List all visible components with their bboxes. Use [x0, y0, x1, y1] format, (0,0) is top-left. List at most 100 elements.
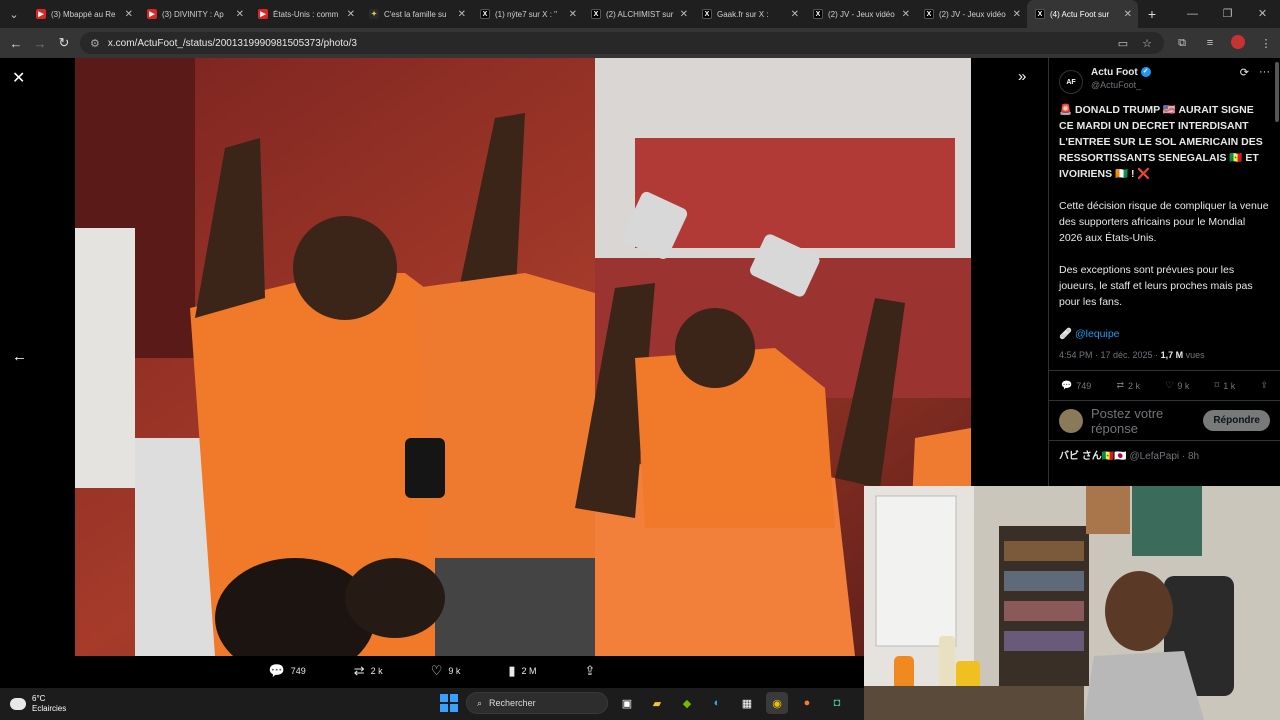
weather-icon	[7, 695, 26, 710]
share-icon: ⇪	[584, 663, 596, 678]
close-tab-icon[interactable]: ✕	[347, 9, 355, 20]
browser-tab[interactable]: ▶ États-Unis : comm ✕	[250, 0, 361, 28]
repost-stat[interactable]: ⇄ 2 k	[1116, 380, 1140, 391]
reply-stat-count: 749	[1076, 380, 1092, 391]
close-tab-icon[interactable]: ✕	[791, 9, 799, 20]
cast-icon[interactable]: ▭	[1118, 37, 1128, 50]
new-tab-button[interactable]: +	[1138, 6, 1166, 22]
repost-stat-count: 2 k	[1128, 380, 1141, 391]
verified-badge-icon: ✓	[1140, 67, 1151, 78]
store-icon[interactable]: ▦	[736, 692, 758, 714]
close-tab-icon[interactable]: ✕	[1013, 9, 1021, 20]
bookmark-stat[interactable]: ⌑ 1 k	[1215, 380, 1236, 391]
windows-start-icon[interactable]	[440, 694, 458, 712]
reply-action[interactable]: 💬 749	[269, 663, 306, 679]
close-tab-icon[interactable]: ✕	[236, 9, 244, 20]
taskbar-search[interactable]: ⌕ Rechercher	[466, 692, 608, 714]
task-view-icon[interactable]: ▣	[616, 692, 638, 714]
browser-tab-active[interactable]: X (4) Actu Foot sur ✕	[1027, 0, 1138, 28]
bookmark-star-icon[interactable]: ☆	[1142, 37, 1152, 50]
browser-tab[interactable]: X (2) JV - Jeux vidéo ✕	[916, 0, 1027, 28]
close-window-icon[interactable]: ✕	[1245, 0, 1280, 28]
menu-icon[interactable]: ⋮	[1252, 37, 1280, 50]
views-count: 2 M	[521, 666, 537, 676]
search-icon: ⌕	[477, 697, 483, 708]
bookmark-icon: ⌑	[1214, 380, 1220, 390]
tab-label: Gaak.fr sur X :	[717, 9, 769, 19]
media-icon[interactable]: ≡	[1196, 37, 1224, 49]
reply-input[interactable]: Postez votre réponse	[1091, 406, 1203, 436]
app-icon[interactable]: ◘	[826, 692, 848, 714]
browser-tab[interactable]: X Gaak.fr sur X : ✕	[694, 0, 805, 28]
repost-action[interactable]: ⇄ 2 k	[354, 663, 383, 679]
tweet-photo[interactable]	[75, 58, 971, 656]
browser-tab[interactable]: ✦ C'est la famille su ✕	[361, 0, 472, 28]
like-stat[interactable]: ♡ 9 k	[1165, 380, 1189, 391]
close-tab-icon[interactable]: ✕	[902, 9, 910, 20]
user-avatar	[1059, 408, 1083, 433]
close-tab-icon[interactable]: ✕	[1124, 9, 1132, 20]
tweet-paragraph: Des exceptions sont prévues pour les jou…	[1059, 264, 1253, 308]
youtube-icon: ▶	[258, 9, 268, 19]
tab-label: (2) JV - Jeux vidéo	[828, 9, 895, 19]
tab-search-icon[interactable]: ⌄	[0, 0, 28, 28]
x-icon: X	[813, 9, 823, 19]
author-name-row[interactable]: Actu Foot ✓	[1091, 66, 1240, 79]
browser-tab[interactable]: X (2) JV - Jeux vidéo ✕	[805, 0, 916, 28]
browser-tab[interactable]: X (2) ALCHIMIST sur ✕	[583, 0, 694, 28]
back-icon[interactable]: ←	[4, 36, 28, 51]
site-info-icon[interactable]: ⚙	[90, 37, 100, 50]
youtube-icon: ▶	[36, 9, 46, 19]
close-tab-icon[interactable]: ✕	[125, 9, 133, 20]
more-options-icon[interactable]: ···	[1259, 66, 1270, 79]
scrollbar[interactable]	[1275, 62, 1279, 122]
edge-icon[interactable]: ◐	[706, 692, 728, 714]
browser-tab[interactable]: X (1) nýte7 sur X : " ✕	[472, 0, 583, 28]
author-handle[interactable]: @ActuFoot_	[1091, 79, 1240, 92]
taskbar: 6°C Eclaircies ⌕ Rechercher ▣ ▰ ◆ ◐ ▦ ◉ ●…	[0, 688, 864, 720]
maximize-icon[interactable]: ❐	[1210, 0, 1245, 28]
share-action[interactable]: ⇪	[585, 663, 596, 679]
reply-stat[interactable]: 💬 749	[1061, 380, 1091, 391]
reply-button[interactable]: Répondre	[1203, 410, 1270, 431]
repost-count: 2 k	[370, 666, 383, 676]
grok-icon[interactable]: ⟳	[1240, 66, 1249, 79]
firefox-icon[interactable]: ●	[796, 692, 818, 714]
tweet-timestamp[interactable]: 4:54 PM · 17 déc. 2025 ·	[1059, 350, 1161, 360]
close-tab-icon[interactable]: ✕	[458, 9, 466, 20]
profile-avatar[interactable]	[1224, 34, 1252, 52]
x-icon: X	[924, 9, 934, 19]
repost-icon: ⇄	[1116, 380, 1125, 390]
search-label: Rechercher	[489, 698, 536, 708]
browser-tab[interactable]: ▶ (3) Mbappé au Re ✕	[28, 0, 139, 28]
reload-icon[interactable]: ↻	[52, 35, 76, 51]
browser-tab[interactable]: ▶ (3) DIVINITY : Ap ✕	[139, 0, 250, 28]
like-stat-count: 9 k	[1177, 380, 1190, 391]
file-explorer-icon[interactable]: ▰	[646, 692, 668, 714]
share-stat[interactable]: ⇪	[1260, 380, 1268, 391]
close-tab-icon[interactable]: ✕	[680, 9, 688, 20]
reply-count: 749	[290, 666, 306, 676]
collapse-sidebar-icon[interactable]: »	[1018, 68, 1026, 85]
tweet-paragraph: Cette décision risque de compliquer la v…	[1059, 200, 1269, 244]
like-action[interactable]: ♡ 9 k	[431, 663, 461, 679]
minimize-icon[interactable]: —	[1175, 0, 1210, 28]
forward-icon[interactable]: →	[28, 36, 52, 51]
source-mention-link[interactable]: 🩹 @lequipe	[1059, 326, 1270, 342]
extensions-icon[interactable]: ⧉	[1168, 37, 1196, 50]
tweet-headline: 🚨 DONALD TRUMP 🇺🇸 AURAIT SIGNE CE MARDI …	[1059, 104, 1263, 180]
nvidia-icon[interactable]: ◆	[676, 692, 698, 714]
tab-label: (4) Actu Foot sur	[1050, 9, 1110, 19]
tab-bar: ⌄ ▶ (3) Mbappé au Re ✕ ▶ (3) DIVINITY : Ap ✕…	[0, 0, 1280, 28]
like-count: 9 k	[448, 666, 461, 676]
url-field[interactable]: ⚙ x.com/ActuFoot_/status/200131999098150…	[80, 32, 1164, 54]
next-reply[interactable]: バビ さん🇸🇳🇯🇵 @LefaPapi · 8h	[1049, 441, 1280, 468]
chrome-icon[interactable]: ◉	[766, 692, 788, 714]
author-avatar[interactable]: AF	[1059, 70, 1083, 94]
tab-label: (1) nýte7 sur X : "	[495, 9, 557, 19]
close-tab-icon[interactable]: ✕	[569, 9, 577, 20]
close-icon[interactable]: ✕	[12, 68, 25, 88]
previous-photo-icon[interactable]: ←	[12, 348, 27, 365]
views-action[interactable]: ▮ 2 M	[508, 663, 536, 679]
weather-widget[interactable]: 6°C Eclaircies	[7, 694, 66, 714]
